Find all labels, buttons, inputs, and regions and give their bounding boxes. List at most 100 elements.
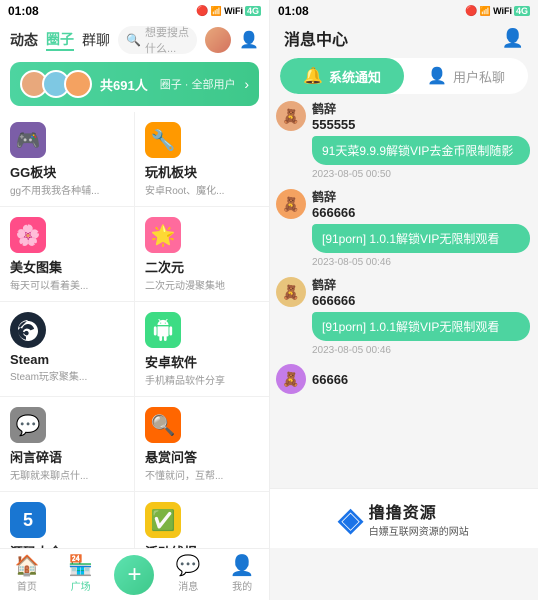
right-status-icons: 🔴 📶 WiFi 4G <box>465 6 530 17</box>
item-title-gg: GG板块 <box>10 162 124 181</box>
sender-name: 鹤辞 <box>312 188 355 205</box>
sender-row: 🧸 鹤辞 555555 <box>276 100 532 132</box>
sender-row: 🧸 66666 <box>276 364 532 394</box>
add-icon: + <box>127 563 141 587</box>
item-title-anzhuorj: 安卓软件 <box>145 352 259 371</box>
grid-item-huodongxianbao[interactable]: ✅ 活动线报 薅羊毛，撸干货 <box>135 492 269 548</box>
top-nav: 动态 圈子 群聊 🔍 想要搜点什么... 👤 <box>0 22 269 60</box>
sender-avatar: 🧸 <box>276 189 306 219</box>
sender-row: 🧸 鹤辞 666666 <box>276 276 532 308</box>
banner-arrow: › <box>244 76 249 92</box>
add-button[interactable]: + <box>114 555 154 595</box>
right-panel: 01:08 🔴 📶 WiFi 4G 消息中心 👤 🔔 系统通知 👤 用户私聊 🧸… <box>269 0 538 600</box>
right-header: 消息中心 👤 <box>270 22 538 58</box>
item-title-huodongxianbao: 活动线报 <box>145 542 259 548</box>
banner-avatars <box>20 70 92 98</box>
community-banner[interactable]: 共691人 圈子 · 全部用户 › <box>10 62 259 106</box>
message-group: 🧸 鹤辞 666666 [91porn] 1.0.1解锁VIP无限制观看 2023… <box>276 188 532 268</box>
bottom-nav: 🏠 首页 🏪 广场 + 💬 消息 👤 我的 <box>0 548 269 600</box>
message-group: 🧸 鹤辞 666666 [91porn] 1.0.1解锁VIP无限制观看2023… <box>276 276 532 356</box>
item-title-xuanshang: 悬赏问答 <box>145 447 259 466</box>
message-time: 2023-08-05 00:50 <box>312 169 532 180</box>
grid-item-gg[interactable]: 🎮 GG板块 gg不用我我各种辅... <box>0 112 134 206</box>
item-title-steam: Steam <box>10 352 124 367</box>
right-user-icon[interactable]: 👤 <box>502 28 524 49</box>
nav-plaza[interactable]: 🏪 广场 <box>54 556 108 593</box>
right-status-bar: 01:08 🔴 📶 WiFi 4G <box>270 0 538 22</box>
nav-profile-label: 我的 <box>232 578 252 593</box>
sender-row: 🧸 鹤辞 666666 <box>276 188 532 220</box>
tab-system-notify[interactable]: 🔔 系统通知 <box>280 58 404 94</box>
sender-id: 555555 <box>312 117 355 132</box>
right-page-title: 消息中心 <box>284 26 348 50</box>
grid-item-meinv[interactable]: 🌸 美女图集 每天可以看着美... <box>0 207 134 301</box>
grid-item-steam[interactable]: Steam Steam玩家聚集... <box>0 302 134 396</box>
chat-tab-icon: 👤 <box>427 66 447 86</box>
grid-item-xuanshang[interactable]: 🔍 悬赏问答 不懂就问，互帮... <box>135 397 269 491</box>
sender-name: 鹤辞 <box>312 276 355 293</box>
message-tabs: 🔔 系统通知 👤 用户私聊 <box>280 58 528 94</box>
left-time: 01:08 <box>8 4 39 18</box>
message-group: 🧸 66666 <box>276 364 532 394</box>
search-bar[interactable]: 🔍 想要搜点什么... <box>118 26 197 54</box>
banner-subtext: 圈子 · 全部用户 <box>160 76 236 92</box>
messages-icon: 💬 <box>176 556 201 576</box>
tab-user-chat[interactable]: 👤 用户私聊 <box>404 58 528 94</box>
nav-profile[interactable]: 👤 我的 <box>215 556 269 593</box>
item-desc-xianyanchenyu: 无聊就来聊点什... <box>10 470 124 483</box>
left-status-bar: 01:08 🔴 📶 WiFi 4G <box>0 0 269 22</box>
sender-id: 666666 <box>312 293 355 308</box>
nav-messages-label: 消息 <box>178 578 198 593</box>
sender-name: 鹤辞 <box>312 100 355 117</box>
tab-user-chat-label: 用户私聊 <box>453 67 505 86</box>
item-desc-anzhuorj: 手机精品软件分享 <box>145 375 259 388</box>
nav-home-label: 首页 <box>17 578 37 593</box>
nav-dongtai[interactable]: 动态 <box>10 30 38 50</box>
message-group: 🧸 鹤辞 555555 91天菜9.9.9解锁VIP去金币限制随影 2023-08… <box>276 100 532 180</box>
category-grid: 🎮 GG板块 gg不用我我各种辅... 🔧 玩机板块 安卓Root、魔化... … <box>0 112 269 548</box>
message-bubble: [91porn] 1.0.1解锁VIP无限制观看 <box>312 224 530 253</box>
item-desc-steam: Steam玩家聚集... <box>10 371 124 384</box>
home-icon: 🏠 <box>14 556 39 576</box>
tab-system-notify-label: 系统通知 <box>329 67 381 86</box>
profile-icon: 👤 <box>230 556 255 576</box>
sender-id: 666666 <box>312 205 355 220</box>
message-bubble: 91天菜9.9.9解锁VIP去金币限制随影 <box>312 136 530 165</box>
grid-item-xianyanchenyu[interactable]: 💬 闲言碎语 无聊就来聊点什... <box>0 397 134 491</box>
grid-item-wanjipan[interactable]: 🔧 玩机板块 安卓Root、魔化... <box>135 112 269 206</box>
sender-id: 66666 <box>312 372 348 387</box>
grid-item-erciyuan[interactable]: 🌟 二次元 二次元动漫聚集地 <box>135 207 269 301</box>
item-title-xianyanchenyu: 闲言碎语 <box>10 447 124 466</box>
sender-avatar: 🧸 <box>276 364 306 394</box>
sender-avatar: 🧸 <box>276 277 306 307</box>
left-panel: 01:08 🔴 📶 WiFi 4G 动态 圈子 群聊 🔍 想要搜点什么... 👤… <box>0 0 269 600</box>
nav-messages[interactable]: 💬 消息 <box>161 556 215 593</box>
grid-item-yuanmadaquan[interactable]: 5 源码大全 各种精品免费源码 <box>0 492 134 548</box>
item-title-erciyuan: 二次元 <box>145 257 259 276</box>
message-time: 2023-08-05 00:46 <box>312 345 532 356</box>
plaza-icon: 🏪 <box>68 556 93 576</box>
item-title-yuanmadaquan: 源码大全 <box>10 542 124 548</box>
nav-quanzi[interactable]: 圈子 <box>46 29 74 51</box>
left-status-icons: 🔴 📶 WiFi 4G <box>196 6 261 17</box>
item-desc-gg: gg不用我我各种辅... <box>10 185 124 198</box>
message-time: 2023-08-05 00:46 <box>312 257 532 268</box>
sender-avatar: 🧸 <box>276 101 306 131</box>
user-icon[interactable]: 👤 <box>239 30 259 50</box>
user-avatar[interactable] <box>205 27 231 53</box>
nav-qunliao[interactable]: 群聊 <box>82 30 110 50</box>
banner-count: 共691人 <box>100 75 148 94</box>
messages-list: 🧸 鹤辞 555555 91天菜9.9.9解锁VIP去金币限制随影 2023-08… <box>270 100 538 600</box>
item-desc-meinv: 每天可以看着美... <box>10 280 124 293</box>
item-desc-xuanshang: 不懂就问，互帮... <box>145 470 259 483</box>
grid-item-anzhuorj[interactable]: 安卓软件 手机精品软件分享 <box>135 302 269 396</box>
right-time: 01:08 <box>278 4 309 18</box>
item-desc-erciyuan: 二次元动漫聚集地 <box>145 280 259 293</box>
notify-tab-icon: 🔔 <box>303 66 323 86</box>
item-desc-wanjipan: 安卓Root、魔化... <box>145 185 259 198</box>
nav-home[interactable]: 🏠 首页 <box>0 556 54 593</box>
search-placeholder: 想要搜点什么... <box>145 24 189 56</box>
nav-add[interactable]: + <box>108 555 162 595</box>
banner-avatar-3 <box>64 70 92 98</box>
item-title-wanjipan: 玩机板块 <box>145 162 259 181</box>
